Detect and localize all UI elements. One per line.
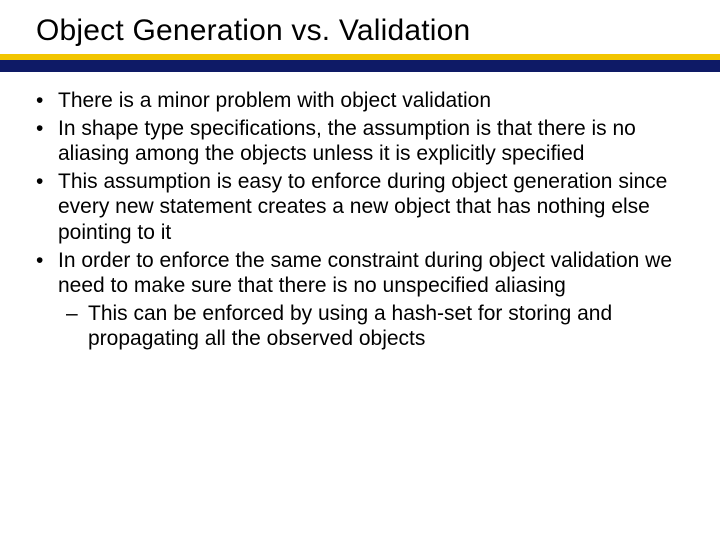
bullet-text: This can be enforced by using a hash-set… — [88, 302, 612, 351]
list-item: In order to enforce the same constraint … — [28, 248, 692, 352]
title-area: Object Generation vs. Validation — [0, 0, 720, 48]
slide-body: There is a minor problem with object val… — [0, 72, 720, 352]
bullet-list: There is a minor problem with object val… — [28, 88, 692, 352]
bullet-text: In shape type specifications, the assump… — [58, 117, 636, 166]
list-item: There is a minor problem with object val… — [28, 88, 692, 114]
sub-list: This can be enforced by using a hash-set… — [58, 301, 692, 352]
slide: Object Generation vs. Validation There i… — [0, 0, 720, 540]
divider-navy — [0, 60, 720, 72]
slide-title: Object Generation vs. Validation — [36, 14, 720, 48]
list-item: In shape type specifications, the assump… — [28, 116, 692, 167]
bullet-text: There is a minor problem with object val… — [58, 89, 491, 112]
list-item: This assumption is easy to enforce durin… — [28, 169, 692, 246]
bullet-text: This assumption is easy to enforce durin… — [58, 170, 667, 244]
list-item: This can be enforced by using a hash-set… — [58, 301, 692, 352]
bullet-text: In order to enforce the same constraint … — [58, 249, 672, 298]
